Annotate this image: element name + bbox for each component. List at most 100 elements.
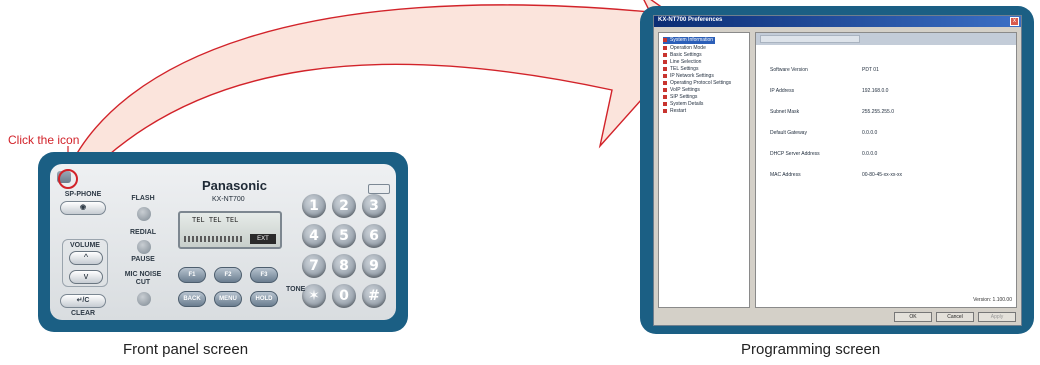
key-2[interactable]: 2 bbox=[332, 194, 356, 218]
hold-key[interactable]: HOLD bbox=[250, 291, 278, 307]
tree-item[interactable]: VoIP Settings bbox=[663, 87, 700, 94]
volume-up-button[interactable]: ^ bbox=[69, 251, 103, 265]
window-title: KX-NT700 Preferences bbox=[658, 17, 723, 23]
row-label: Subnet Mask bbox=[770, 109, 800, 115]
folder-icon bbox=[663, 108, 667, 113]
lcd-text: TEL TEL TEL bbox=[192, 216, 239, 224]
tree-item[interactable]: IP Network Settings bbox=[663, 73, 714, 80]
tree-item[interactable]: TEL Settings bbox=[663, 66, 698, 73]
folder-icon bbox=[663, 37, 667, 42]
key-8[interactable]: 8 bbox=[332, 254, 356, 278]
mic-button[interactable] bbox=[137, 292, 151, 306]
tree-item-label: SIP Settings bbox=[670, 94, 698, 100]
folder-icon bbox=[663, 101, 667, 106]
preferences-window: KX-NT700 Preferences x System Informatio… bbox=[653, 15, 1022, 326]
key-3[interactable]: 3 bbox=[362, 194, 386, 218]
tree-item-label: System Information bbox=[670, 37, 714, 43]
folder-icon bbox=[663, 87, 667, 92]
panel-header bbox=[756, 33, 1016, 45]
tree-item-label: Restart bbox=[670, 108, 687, 114]
row-value: 255.255.255.0 bbox=[862, 109, 894, 115]
folder-icon bbox=[663, 73, 667, 78]
row-value: 00-80-45-xx-xx-xx bbox=[862, 172, 903, 178]
settings-tree: System Information Operation Mode Basic … bbox=[658, 32, 750, 308]
row-value: 192.168.0.0 bbox=[862, 88, 889, 94]
volume-label: VOLUME bbox=[70, 242, 100, 249]
lcd-display: TEL TEL TEL EXT bbox=[178, 211, 282, 249]
flash-label: FLASH bbox=[131, 195, 155, 202]
close-button[interactable]: x bbox=[1010, 17, 1019, 26]
tree-item[interactable]: SIP Settings bbox=[663, 94, 697, 101]
key-6[interactable]: 6 bbox=[362, 224, 386, 248]
lcd-level-bar bbox=[184, 236, 242, 242]
model-label: KX-NT700 bbox=[212, 196, 245, 203]
mic-noise-cut-label: MIC NOISE CUT bbox=[124, 271, 162, 286]
volume-down-button[interactable]: v bbox=[69, 270, 103, 284]
row-label: MAC Address bbox=[770, 172, 801, 178]
tone-label: TONE bbox=[286, 286, 306, 293]
battery-icon bbox=[368, 184, 390, 194]
folder-icon bbox=[663, 80, 667, 85]
settings-panel: Software Version PDT 01 IP Address 192.1… bbox=[755, 32, 1017, 308]
redial-label: REDIAL bbox=[129, 229, 157, 236]
tree-item[interactable]: Line Selection bbox=[663, 59, 701, 66]
tree-item[interactable]: System Information bbox=[663, 37, 716, 44]
row-label: IP Address bbox=[770, 88, 795, 94]
tree-item-label: Operation Mode bbox=[670, 45, 706, 51]
ok-button[interactable]: OK bbox=[894, 312, 932, 322]
key-7[interactable]: 7 bbox=[302, 254, 326, 278]
key-hash[interactable]: # bbox=[362, 284, 386, 308]
tree-item[interactable]: Operating Protocol Settings bbox=[663, 80, 731, 87]
back-key[interactable]: BACK bbox=[178, 291, 206, 307]
tree-item-label: TEL Settings bbox=[670, 66, 699, 72]
front-panel-frame: SP-PHONE ◉ VOLUME ^ v ↵/C CLEAR FLASH RE… bbox=[38, 152, 408, 332]
brand-logo: Panasonic bbox=[202, 178, 268, 193]
tree-item-label: VoIP Settings bbox=[670, 87, 700, 93]
tree-item[interactable]: Basic Settings bbox=[663, 52, 702, 59]
row-label: Default Gateway bbox=[770, 130, 807, 136]
programming-caption: Programming screen bbox=[741, 341, 881, 358]
programming-frame: KX-NT700 Preferences x System Informatio… bbox=[640, 6, 1034, 334]
panel-header-box bbox=[760, 35, 860, 43]
menu-key[interactable]: MENU bbox=[214, 291, 242, 307]
folder-icon bbox=[663, 52, 667, 57]
key-9[interactable]: 9 bbox=[362, 254, 386, 278]
apply-button[interactable]: Apply bbox=[978, 312, 1016, 322]
tree-item-label: Line Selection bbox=[670, 59, 702, 65]
tree-item-label: Operating Protocol Settings bbox=[670, 80, 732, 86]
row-value: 0.0.0.0 bbox=[862, 130, 878, 136]
tree-item[interactable]: Operation Mode bbox=[663, 45, 706, 52]
front-panel: SP-PHONE ◉ VOLUME ^ v ↵/C CLEAR FLASH RE… bbox=[50, 164, 396, 320]
tree-item[interactable]: System Details bbox=[663, 101, 703, 108]
folder-icon bbox=[663, 66, 667, 71]
key-star[interactable]: ✶ bbox=[302, 284, 326, 308]
f2-key[interactable]: F2 bbox=[214, 267, 242, 283]
lcd-tag: EXT bbox=[250, 234, 276, 244]
row-value: 0.0.0.0 bbox=[862, 151, 878, 157]
tree-item-label: Basic Settings bbox=[670, 52, 702, 58]
key-1[interactable]: 1 bbox=[302, 194, 326, 218]
cancel-button[interactable]: Cancel bbox=[936, 312, 974, 322]
pause-label: PAUSE bbox=[131, 256, 155, 263]
tree-item[interactable]: Restart bbox=[663, 108, 686, 115]
window-titlebar: KX-NT700 Preferences x bbox=[654, 16, 1021, 27]
key-0[interactable]: 0 bbox=[332, 284, 356, 308]
f3-key[interactable]: F3 bbox=[250, 267, 278, 283]
tree-item-label: IP Network Settings bbox=[670, 73, 714, 79]
speaker-icon: ◉ bbox=[79, 204, 87, 211]
f1-key[interactable]: F1 bbox=[178, 267, 206, 283]
sp-phone-button[interactable]: ◉ bbox=[60, 201, 106, 215]
flash-button[interactable] bbox=[137, 207, 151, 221]
row-label: Software Version bbox=[770, 67, 808, 73]
key-4[interactable]: 4 bbox=[302, 224, 326, 248]
clear-label: CLEAR bbox=[70, 310, 96, 317]
clear-button[interactable]: ↵/C bbox=[60, 294, 106, 308]
folder-icon bbox=[663, 59, 667, 64]
row-value: PDT 01 bbox=[862, 67, 879, 73]
row-label: DHCP Server Address bbox=[770, 151, 820, 157]
redial-button[interactable] bbox=[137, 240, 151, 254]
folder-icon bbox=[663, 94, 667, 99]
key-5[interactable]: 5 bbox=[332, 224, 356, 248]
volume-group: VOLUME ^ v bbox=[62, 239, 108, 287]
sp-phone-label: SP-PHONE bbox=[64, 191, 102, 198]
